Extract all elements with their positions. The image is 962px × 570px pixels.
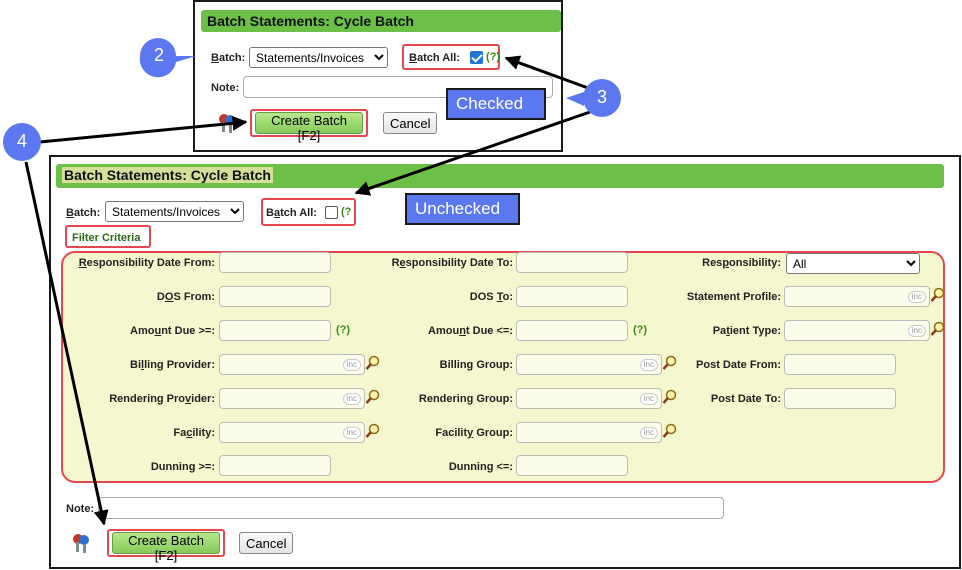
- unchecked-callout: Unchecked: [405, 193, 520, 225]
- checked-callout: Checked: [446, 88, 546, 120]
- arrow-4-to-top-create: [39, 115, 248, 144]
- step-3-pointer: [566, 92, 584, 106]
- arrow-3-to-checked: [504, 55, 589, 90]
- step-2-number: 2: [153, 45, 164, 65]
- step-3-number: 3: [596, 87, 607, 107]
- arrow-4-to-bottom-create: [24, 161, 109, 526]
- arrow-3-to-unchecked: [354, 110, 591, 196]
- annotation-arrows: [3, 38, 621, 526]
- step-4-number: 4: [16, 131, 27, 151]
